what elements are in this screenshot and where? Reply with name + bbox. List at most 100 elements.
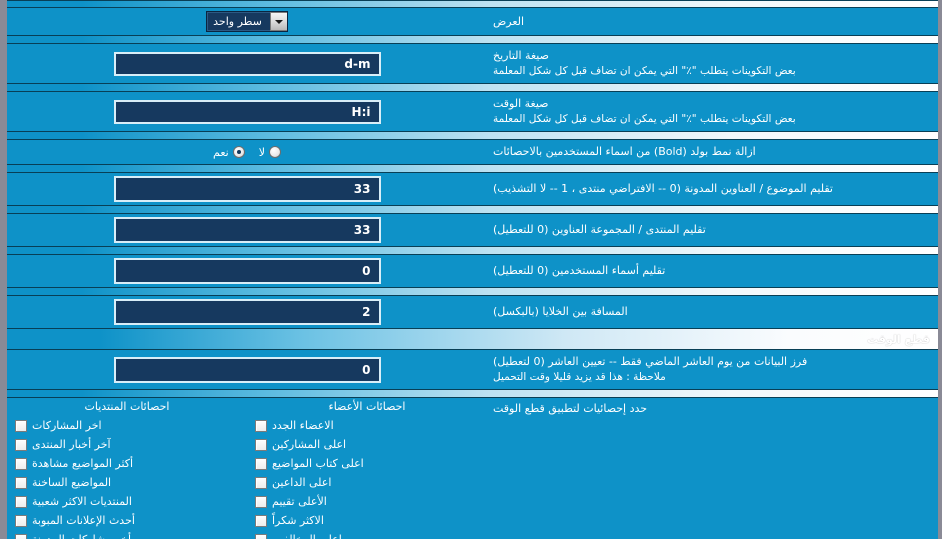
display-mode-selected-value: سطر واحد (213, 15, 262, 28)
date-format-label: صيغة التاريخ (493, 49, 549, 62)
trim-forum-control-cell (7, 214, 487, 246)
checkbox-label-popular-forums: المنتديات الاكثر شعبية (32, 495, 132, 509)
setting-row-trim-topic: تقليم الموضوع / العناوين المدونة (0 -- ا… (7, 173, 938, 206)
display-label: العرض (493, 14, 525, 28)
setting-row-display: العرض سطر واحد (7, 8, 938, 35)
checkbox-item-top-violators[interactable]: اعلى المخالفين (255, 530, 479, 539)
time-format-description: بعض التكوينات يتطلب "٪" التي يمكن ان تضا… (493, 113, 796, 126)
divider-after-date-format (7, 83, 938, 93)
remove-bold-radio-group: نعم لا (213, 146, 281, 159)
display-control-cell: سطر واحد (7, 8, 487, 35)
checkbox-item-top-referrers[interactable]: اعلى الداعين (255, 473, 479, 492)
checkbox-top-thread-starters[interactable] (255, 457, 267, 470)
divider-after-display (7, 35, 938, 44)
checkbox-forum-news[interactable] (15, 438, 27, 451)
trim-forum-label-cell: تقليم المنتدى / المجموعة العناوين (0 للت… (487, 218, 938, 242)
checkbox-label-latest-classifieds: أحدث الإعلانات المبوبة (32, 514, 135, 528)
checkbox-label-latest-posts: اخر المشاركات (32, 419, 102, 433)
cell-spacing-label: المسافة بين الخلايا (بالبكسل) (493, 305, 628, 319)
setting-row-trim-forum: تقليم المنتدى / المجموعة العناوين (0 للت… (7, 214, 938, 247)
checkbox-latest-blog-posts[interactable] (15, 533, 27, 539)
date-format-description: بعض التكوينات يتطلب "٪" التي يمكن ان تضا… (493, 64, 796, 77)
trim-usernames-input[interactable] (113, 258, 381, 285)
checkbox-item-top-rated[interactable]: الأعلى تقييم (255, 492, 479, 511)
checkbox-popular-forums[interactable] (15, 495, 27, 508)
checkbox-top-violators[interactable] (255, 533, 267, 539)
divider-after-trim-topic (7, 205, 938, 215)
remove-bold-control-cell: نعم لا (7, 143, 487, 162)
divider-after-timecut-days (7, 389, 938, 399)
checkbox-hot-threads[interactable] (15, 476, 27, 489)
timecut-days-input[interactable] (113, 356, 381, 383)
checkbox-top-rated[interactable] (255, 495, 267, 508)
setting-row-timecut-stats: حدد إحصائيات لتطبيق قطع الوقت احصائات ال… (7, 398, 938, 539)
checkbox-label-top-referrers: اعلى الداعين (272, 476, 332, 490)
section-header-timecut: قطع الوقت (7, 328, 938, 351)
date-format-label-cell: صيغة التاريخ بعض التكوينات يتطلب "٪" الت… (487, 44, 938, 83)
radio-no-dot[interactable] (269, 146, 281, 159)
checkbox-item-latest-blog-posts[interactable]: أخر مشاركات المدونة (15, 530, 239, 539)
checkbox-top-posters[interactable] (255, 438, 267, 451)
cell-spacing-label-cell: المسافة بين الخلايا (بالبكسل) (487, 300, 938, 324)
checkbox-label-top-rated: الأعلى تقييم (272, 495, 327, 509)
radio-no-label: لا (258, 145, 265, 159)
time-format-label-cell: صيغة الوقت بعض التكوينات يتطلب "٪" التي … (487, 92, 938, 131)
trim-forum-label: تقليم المنتدى / المجموعة العناوين (0 للت… (493, 223, 706, 237)
checkbox-item-new-members[interactable]: الاعضاء الجدد (255, 416, 479, 435)
radio-yes-dot[interactable] (232, 146, 245, 159)
trim-topic-label-cell: تقليم الموضوع / العناوين المدونة (0 -- ا… (487, 177, 938, 201)
setting-row-date-format: صيغة التاريخ بعض التكوينات يتطلب "٪" الت… (7, 44, 938, 84)
setting-row-time-format: صيغة الوقت بعض التكوينات يتطلب "٪" التي … (7, 92, 938, 132)
timecut-days-label-cell: فرز البيانات من يوم العاشر الماضي فقط --… (487, 350, 938, 389)
date-format-input[interactable] (113, 51, 381, 76)
setting-row-cell-spacing: المسافة بين الخلايا (بالبكسل) (7, 296, 938, 329)
trim-topic-label: تقليم الموضوع / العناوين المدونة (0 -- ا… (493, 182, 833, 196)
checkbox-most-viewed-threads[interactable] (15, 457, 27, 470)
date-format-control-cell (7, 49, 487, 79)
timecut-stats-label: حدد إحصائيات لتطبيق قطع الوقت (493, 402, 648, 416)
chevron-down-icon[interactable] (269, 12, 287, 31)
checkbox-item-top-thread-starters[interactable]: اعلى كتاب المواضيع (255, 454, 479, 473)
remove-bold-label: ازالة نمط بولد (Bold) من اسماء المستخدمي… (493, 145, 756, 159)
checkbox-item-latest-posts[interactable]: اخر المشاركات (15, 416, 239, 435)
trim-forum-input[interactable] (113, 217, 381, 244)
admin-settings-window: العرض سطر واحد صيغة التاريخ بعض التكوينا… (0, 0, 942, 539)
divider-after-trim-usernames (7, 287, 938, 297)
checkbox-item-most-thanked[interactable]: الاكثر شكراً (255, 511, 479, 530)
checkbox-item-most-viewed-threads[interactable]: أكثر المواضيع مشاهدة (15, 454, 239, 473)
checkbox-label-most-thanked: الاكثر شكراً (272, 514, 324, 528)
checkbox-label-top-violators: اعلى المخالفين (272, 533, 342, 539)
checkbox-item-hot-threads[interactable]: المواضيع الساخنة (15, 473, 239, 492)
remove-bold-radio-no[interactable]: لا (259, 146, 281, 159)
trim-usernames-label: تقليم أسماء المستخدمين (0 للتعطيل) (493, 264, 666, 278)
timecut-stats-label-cell: حدد إحصائيات لتطبيق قطع الوقت (487, 400, 938, 415)
time-format-input[interactable] (113, 99, 381, 124)
radio-yes-label: نعم (213, 145, 229, 159)
section-title-timecut: قطع الوقت (867, 332, 930, 346)
checkbox-item-forum-news[interactable]: آخر أخبار المنتدى (15, 435, 239, 454)
display-mode-select[interactable]: سطر واحد (206, 11, 288, 32)
time-format-control-cell (7, 97, 487, 127)
checkbox-most-thanked[interactable] (255, 514, 267, 527)
settings-form: العرض سطر واحد صيغة التاريخ بعض التكوينا… (7, 0, 938, 539)
remove-bold-radio-yes[interactable]: نعم (213, 146, 245, 159)
checkbox-label-forum-news: آخر أخبار المنتدى (32, 438, 111, 452)
checkbox-new-members[interactable] (255, 419, 267, 432)
timecut-stats-columns: احصائات الأعضاء الاعضاء الجدد اعلى المشا… (7, 400, 487, 539)
divider-top (7, 0, 938, 8)
divider-after-trim-forum (7, 246, 938, 256)
remove-bold-label-cell: ازالة نمط بولد (Bold) من اسماء المستخدمي… (487, 140, 938, 164)
stats-column-members-header: احصائات الأعضاء (328, 400, 406, 414)
checkbox-item-latest-classifieds[interactable]: أحدث الإعلانات المبوبة (15, 511, 239, 530)
checkbox-item-top-posters[interactable]: اعلى المشاركين (255, 435, 479, 454)
checkbox-item-popular-forums[interactable]: المنتديات الاكثر شعبية (15, 492, 239, 511)
trim-usernames-label-cell: تقليم أسماء المستخدمين (0 للتعطيل) (487, 259, 938, 283)
trim-topic-input[interactable] (113, 176, 381, 203)
checkbox-label-top-thread-starters: اعلى كتاب المواضيع (272, 457, 364, 471)
cell-spacing-input[interactable] (113, 299, 381, 326)
stats-column-members: احصائات الأعضاء الاعضاء الجدد اعلى المشا… (247, 400, 487, 539)
checkbox-latest-posts[interactable] (15, 419, 27, 432)
checkbox-label-top-posters: اعلى المشاركين (272, 438, 347, 452)
checkbox-top-referrers[interactable] (255, 476, 267, 489)
checkbox-latest-classifieds[interactable] (15, 514, 27, 527)
